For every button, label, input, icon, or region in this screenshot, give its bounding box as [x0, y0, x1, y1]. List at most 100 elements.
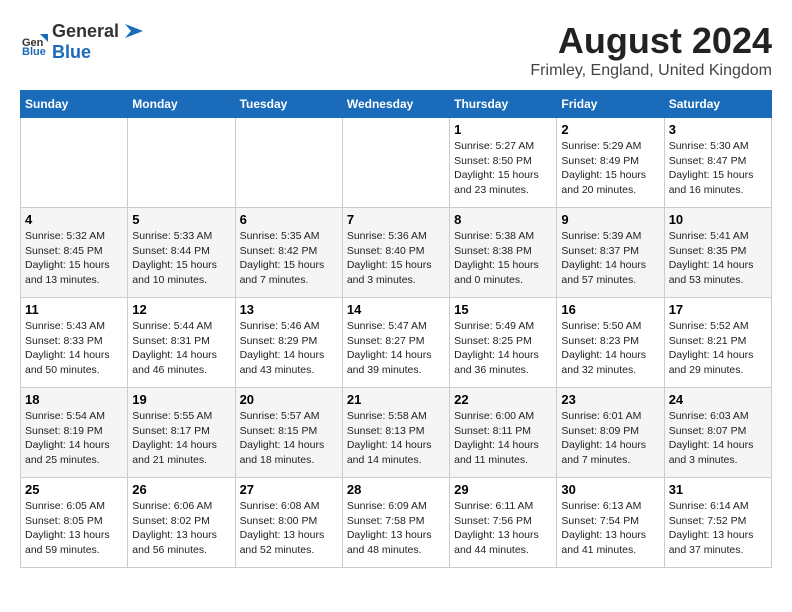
- day-info: Sunrise: 5:29 AMSunset: 8:49 PMDaylight:…: [561, 139, 659, 198]
- calendar-day-5: 5Sunrise: 5:33 AMSunset: 8:44 PMDaylight…: [128, 208, 235, 298]
- day-number: 11: [25, 302, 123, 317]
- day-number: 23: [561, 392, 659, 407]
- logo: Gen Blue General Blue: [20, 20, 143, 63]
- day-number: 4: [25, 212, 123, 227]
- calendar-week-row: 25 Sunrise: 6:05 AMSunset: 8:05 PMDayligh…: [21, 478, 772, 568]
- calendar-day-30: 30Sunrise: 6:13 AMSunset: 7:54 PMDayligh…: [557, 478, 664, 568]
- calendar-day-1: 1 Sunrise: 5:27 AMSunset: 8:50 PMDaylight…: [450, 118, 557, 208]
- day-number: 12: [132, 302, 230, 317]
- day-number: 16: [561, 302, 659, 317]
- calendar-day-26: 26 Sunrise: 6:06 AMSunset: 8:02 PMDayligh…: [128, 478, 235, 568]
- calendar-day-6: 6 Sunrise: 5:35 AMSunset: 8:42 PMDaylight…: [235, 208, 342, 298]
- logo-arrow-icon: [121, 20, 143, 42]
- subtitle: Frimley, England, United Kingdom: [530, 62, 772, 80]
- day-info: Sunrise: 5:47 AMSunset: 8:27 PMDaylight:…: [347, 319, 445, 378]
- empty-day: [342, 118, 449, 208]
- day-number: 18: [25, 392, 123, 407]
- header: Gen Blue General Blue August 2024 Frimle…: [20, 20, 772, 80]
- calendar-week-row: 4 Sunrise: 5:32 AMSunset: 8:45 PMDaylight…: [21, 208, 772, 298]
- day-info: Sunrise: 5:57 AMSunset: 8:15 PMDaylight:…: [240, 409, 338, 468]
- calendar-day-31: 31 Sunrise: 6:14 AMSunset: 7:52 PMDayligh…: [664, 478, 771, 568]
- day-number: 29: [454, 482, 552, 497]
- empty-day: [21, 118, 128, 208]
- day-number: 7: [347, 212, 445, 227]
- logo-general: General: [52, 21, 119, 42]
- calendar-day-25: 25 Sunrise: 6:05 AMSunset: 8:05 PMDayligh…: [21, 478, 128, 568]
- calendar-table: SundayMondayTuesdayWednesdayThursdayFrid…: [20, 90, 772, 568]
- day-info: Sunrise: 5:41 AMSunset: 8:35 PMDaylight:…: [669, 229, 767, 288]
- day-info: Sunrise: 5:46 AMSunset: 8:29 PMDaylight:…: [240, 319, 338, 378]
- day-header-tuesday: Tuesday: [235, 91, 342, 118]
- calendar-header-row: SundayMondayTuesdayWednesdayThursdayFrid…: [21, 91, 772, 118]
- day-info: Sunrise: 5:39 AMSunset: 8:37 PMDaylight:…: [561, 229, 659, 288]
- day-info: Sunrise: 5:49 AMSunset: 8:25 PMDaylight:…: [454, 319, 552, 378]
- calendar-day-4: 4 Sunrise: 5:32 AMSunset: 8:45 PMDaylight…: [21, 208, 128, 298]
- day-info: Sunrise: 6:00 AMSunset: 8:11 PMDaylight:…: [454, 409, 552, 468]
- day-info: Sunrise: 5:50 AMSunset: 8:23 PMDaylight:…: [561, 319, 659, 378]
- calendar-day-22: 22 Sunrise: 6:00 AMSunset: 8:11 PMDayligh…: [450, 388, 557, 478]
- day-header-saturday: Saturday: [664, 91, 771, 118]
- day-info: Sunrise: 6:06 AMSunset: 8:02 PMDaylight:…: [132, 499, 230, 558]
- day-number: 27: [240, 482, 338, 497]
- day-number: 24: [669, 392, 767, 407]
- calendar-day-20: 20 Sunrise: 5:57 AMSunset: 8:15 PMDayligh…: [235, 388, 342, 478]
- day-number: 15: [454, 302, 552, 317]
- day-number: 26: [132, 482, 230, 497]
- logo-blue: Blue: [52, 42, 91, 62]
- day-info: Sunrise: 6:08 AMSunset: 8:00 PMDaylight:…: [240, 499, 338, 558]
- day-info: Sunrise: 6:01 AMSunset: 8:09 PMDaylight:…: [561, 409, 659, 468]
- logo-wordmark: General Blue: [52, 20, 143, 63]
- day-info: Sunrise: 5:58 AMSunset: 8:13 PMDaylight:…: [347, 409, 445, 468]
- day-info: Sunrise: 6:03 AMSunset: 8:07 PMDaylight:…: [669, 409, 767, 468]
- empty-day: [128, 118, 235, 208]
- day-info: Sunrise: 6:09 AMSunset: 7:58 PMDaylight:…: [347, 499, 445, 558]
- calendar-day-29: 29Sunrise: 6:11 AMSunset: 7:56 PMDayligh…: [450, 478, 557, 568]
- day-number: 6: [240, 212, 338, 227]
- day-info: Sunrise: 5:35 AMSunset: 8:42 PMDaylight:…: [240, 229, 338, 288]
- day-number: 14: [347, 302, 445, 317]
- day-info: Sunrise: 6:05 AMSunset: 8:05 PMDaylight:…: [25, 499, 123, 558]
- calendar-day-15: 15 Sunrise: 5:49 AMSunset: 8:25 PMDayligh…: [450, 298, 557, 388]
- day-number: 5: [132, 212, 230, 227]
- day-number: 25: [25, 482, 123, 497]
- day-info: Sunrise: 5:32 AMSunset: 8:45 PMDaylight:…: [25, 229, 123, 288]
- calendar-day-28: 28Sunrise: 6:09 AMSunset: 7:58 PMDayligh…: [342, 478, 449, 568]
- calendar-day-8: 8Sunrise: 5:38 AMSunset: 8:38 PMDaylight…: [450, 208, 557, 298]
- calendar-week-row: 1 Sunrise: 5:27 AMSunset: 8:50 PMDaylight…: [21, 118, 772, 208]
- calendar-day-9: 9Sunrise: 5:39 AMSunset: 8:37 PMDaylight…: [557, 208, 664, 298]
- day-header-thursday: Thursday: [450, 91, 557, 118]
- day-info: Sunrise: 5:30 AMSunset: 8:47 PMDaylight:…: [669, 139, 767, 198]
- day-number: 31: [669, 482, 767, 497]
- day-number: 19: [132, 392, 230, 407]
- calendar-day-18: 18 Sunrise: 5:54 AMSunset: 8:19 PMDayligh…: [21, 388, 128, 478]
- day-info: Sunrise: 5:27 AMSunset: 8:50 PMDaylight:…: [454, 139, 552, 198]
- day-number: 2: [561, 122, 659, 137]
- calendar-day-21: 21Sunrise: 5:58 AMSunset: 8:13 PMDayligh…: [342, 388, 449, 478]
- main-title: August 2024: [530, 20, 772, 62]
- day-info: Sunrise: 5:44 AMSunset: 8:31 PMDaylight:…: [132, 319, 230, 378]
- calendar-day-7: 7 Sunrise: 5:36 AMSunset: 8:40 PMDaylight…: [342, 208, 449, 298]
- day-info: Sunrise: 5:36 AMSunset: 8:40 PMDaylight:…: [347, 229, 445, 288]
- day-number: 22: [454, 392, 552, 407]
- calendar-day-23: 23 Sunrise: 6:01 AMSunset: 8:09 PMDayligh…: [557, 388, 664, 478]
- calendar-day-19: 19Sunrise: 5:55 AMSunset: 8:17 PMDayligh…: [128, 388, 235, 478]
- calendar-day-10: 10 Sunrise: 5:41 AMSunset: 8:35 PMDayligh…: [664, 208, 771, 298]
- day-info: Sunrise: 6:14 AMSunset: 7:52 PMDaylight:…: [669, 499, 767, 558]
- day-number: 10: [669, 212, 767, 227]
- calendar-day-17: 17Sunrise: 5:52 AMSunset: 8:21 PMDayligh…: [664, 298, 771, 388]
- day-header-friday: Friday: [557, 91, 664, 118]
- day-number: 3: [669, 122, 767, 137]
- calendar-day-27: 27 Sunrise: 6:08 AMSunset: 8:00 PMDayligh…: [235, 478, 342, 568]
- calendar-week-row: 18 Sunrise: 5:54 AMSunset: 8:19 PMDayligh…: [21, 388, 772, 478]
- day-number: 20: [240, 392, 338, 407]
- empty-day: [235, 118, 342, 208]
- day-number: 1: [454, 122, 552, 137]
- day-header-monday: Monday: [128, 91, 235, 118]
- day-info: Sunrise: 5:43 AMSunset: 8:33 PMDaylight:…: [25, 319, 123, 378]
- day-number: 13: [240, 302, 338, 317]
- day-info: Sunrise: 5:54 AMSunset: 8:19 PMDaylight:…: [25, 409, 123, 468]
- calendar-day-3: 3 Sunrise: 5:30 AMSunset: 8:47 PMDaylight…: [664, 118, 771, 208]
- logo-icon: Gen Blue: [20, 28, 48, 56]
- calendar-day-16: 16 Sunrise: 5:50 AMSunset: 8:23 PMDayligh…: [557, 298, 664, 388]
- calendar-week-row: 11 Sunrise: 5:43 AMSunset: 8:33 PMDayligh…: [21, 298, 772, 388]
